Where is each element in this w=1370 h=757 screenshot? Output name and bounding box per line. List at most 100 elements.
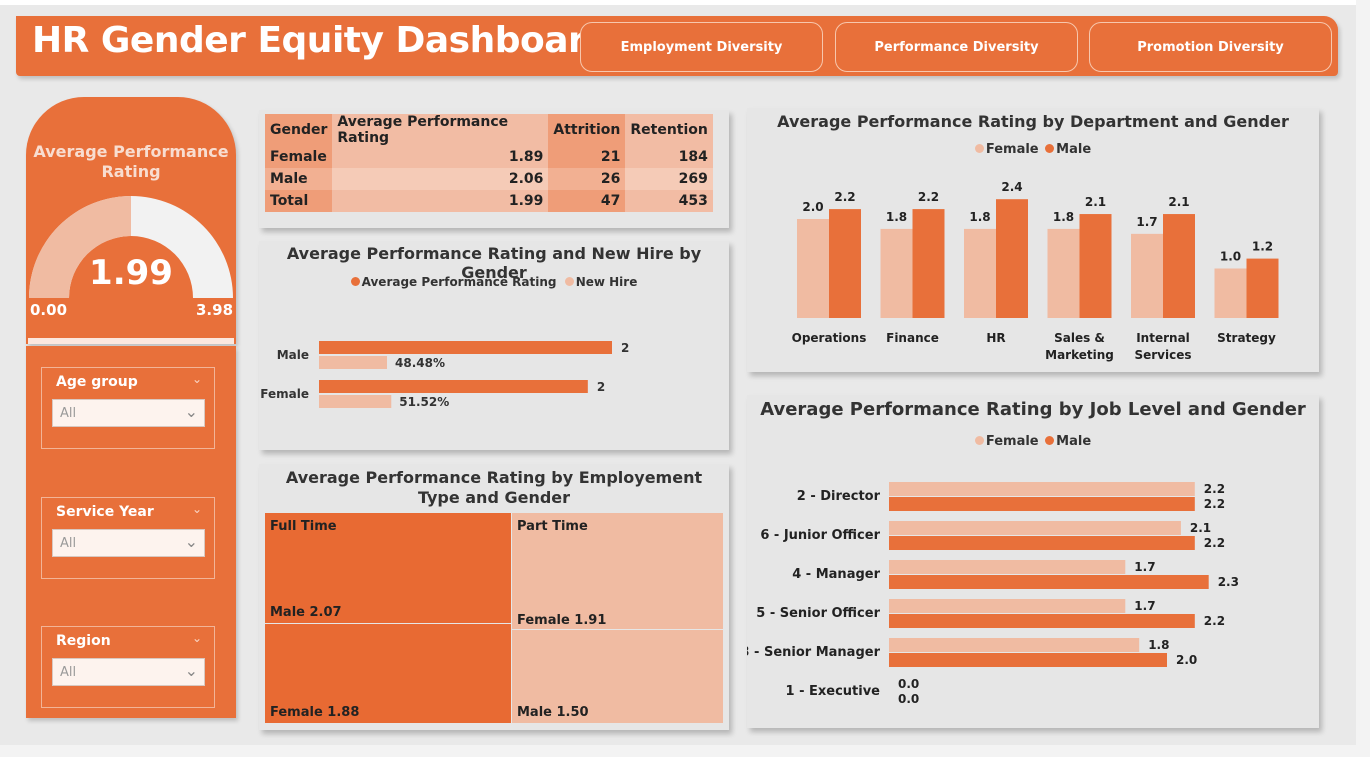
age-group-slicer: Age group ⌄ All ⌄ <box>41 367 215 449</box>
bar-avg-rating <box>319 380 588 393</box>
category-label: 3 - Senior Manager <box>747 645 881 660</box>
table-header-row: Gender Average Performance Rating Attrit… <box>265 114 713 146</box>
treemap-group-label: Part Time <box>517 519 588 534</box>
bar-male <box>889 497 1195 511</box>
bar-male <box>1246 258 1279 318</box>
bar-female <box>797 219 829 318</box>
age-group-dropdown[interactable]: All ⌄ <box>52 399 205 427</box>
data-label: 1.2 <box>1252 240 1273 254</box>
summary-table: Gender Average Performance Rating Attrit… <box>265 114 713 212</box>
col-gender[interactable]: Gender <box>265 114 333 146</box>
data-label: 2.0 <box>1176 653 1197 667</box>
gauge-min: 0.00 <box>30 301 68 319</box>
bar-female <box>1047 228 1080 318</box>
cell: 21 <box>548 146 626 168</box>
data-label: 2.2 <box>834 190 855 204</box>
cell: Female <box>265 146 333 168</box>
bar-new-hire <box>319 356 387 369</box>
gauge-divider <box>28 338 234 344</box>
bar-female <box>889 482 1195 496</box>
category-label: Operations <box>792 331 867 345</box>
bar-female <box>880 228 913 318</box>
data-label: 1.0 <box>1220 250 1241 264</box>
bar-new-hire <box>319 395 392 408</box>
new-hire-bar-chart: Male 2 48.48% Female 2 51.52% <box>260 341 629 409</box>
cell: 26 <box>548 168 626 190</box>
service-year-dropdown[interactable]: All ⌄ <box>52 529 205 557</box>
nav-performance-diversity[interactable]: Performance Diversity <box>835 22 1078 72</box>
treemap-tile[interactable]: Female 1.88 <box>265 624 511 723</box>
bar-female <box>889 599 1126 613</box>
table-total-row: Total 1.99 47 453 <box>265 190 713 212</box>
data-label: 2.1 <box>1190 521 1211 535</box>
nav-promotion-diversity[interactable]: Promotion Diversity <box>1089 22 1332 72</box>
page-edge <box>0 745 1370 757</box>
treemap-tile[interactable]: Male 1.50 <box>512 630 723 723</box>
bar-male <box>1163 214 1195 318</box>
gauge-max: 3.98 <box>196 301 234 319</box>
page-title: HR Gender Equity Dashboard <box>32 20 611 61</box>
chevron-down-icon[interactable]: ⌄ <box>192 372 202 386</box>
region-slicer: Region ⌄ All ⌄ <box>41 626 215 708</box>
bar-male <box>912 209 945 318</box>
treemap-tile[interactable]: Part Time Female 1.91 <box>512 513 723 629</box>
category-label: 2 - Director <box>797 489 881 504</box>
slicer-label: Age group <box>56 374 138 390</box>
chart-title: Average Performance Rating by Employemen… <box>285 468 703 507</box>
treemap-group-label: Full Time <box>270 519 337 534</box>
category-label: Female <box>260 387 309 401</box>
cell: 2.06 <box>332 168 549 190</box>
slicer-label: Service Year <box>56 504 154 520</box>
col-retention[interactable]: Retention <box>625 114 713 146</box>
bar-male <box>889 536 1195 550</box>
bar-male <box>829 209 861 318</box>
top-border <box>0 0 1370 5</box>
treemap-label: Female 1.91 <box>517 613 607 628</box>
nav-employment-diversity[interactable]: Employment Diversity <box>580 22 823 72</box>
col-attrition[interactable]: Attrition <box>548 114 626 146</box>
chevron-down-icon[interactable]: ⌄ <box>192 631 202 645</box>
department-bar-chart: 2.0 2.2 Operations 1.8 2.2 Finance 1.8 2.4 HR 1.8… <box>792 180 1279 362</box>
category-label: 4 - Manager <box>792 567 880 582</box>
cell: 269 <box>625 168 713 190</box>
job-level-bar-chart: 2 - Director 2.22.26 - Junior Officer 2.12… <box>747 482 1239 706</box>
category-label: Strategy <box>1217 331 1276 345</box>
bar-male <box>996 199 1028 318</box>
cell: 184 <box>625 146 713 168</box>
data-label: 0.0 <box>898 677 919 691</box>
data-label: 2.2 <box>1204 536 1225 550</box>
data-label: 1.8 <box>1053 210 1074 224</box>
treemap-tile[interactable]: Full Time Male 2.07 <box>265 513 511 623</box>
region-dropdown[interactable]: All ⌄ <box>52 658 205 686</box>
cell: Male <box>265 168 333 190</box>
dropdown-value: All <box>60 406 77 421</box>
category-label: 1 - Executive <box>786 684 881 699</box>
bar-avg-rating <box>319 341 612 354</box>
category-label: Services <box>1134 348 1191 362</box>
data-label: 1.7 <box>1134 599 1155 613</box>
cell: 453 <box>625 190 713 212</box>
data-label: 2 <box>621 341 629 355</box>
category-label: Sales & <box>1054 331 1105 345</box>
bar-female <box>889 638 1140 652</box>
dropdown-value: All <box>60 665 77 680</box>
data-label: 2.2 <box>918 190 939 204</box>
data-label: 1.7 <box>1134 560 1155 574</box>
col-avg-rating[interactable]: Average Performance Rating <box>332 114 549 146</box>
data-label: 1.8 <box>886 210 907 224</box>
data-label: 51.52% <box>399 395 449 409</box>
category-label: Marketing <box>1045 348 1114 362</box>
chevron-down-icon: ⌄ <box>184 402 198 421</box>
table-row: Male 2.06 26 269 <box>265 168 713 190</box>
data-label: 48.48% <box>395 356 445 370</box>
data-label: 2.3 <box>1218 575 1239 589</box>
cell: Total <box>265 190 333 212</box>
chevron-down-icon: ⌄ <box>184 661 198 680</box>
treemap-label: Male 2.07 <box>270 605 342 620</box>
data-label: 1.8 <box>1148 638 1169 652</box>
data-label: 2.0 <box>802 200 823 214</box>
chevron-down-icon[interactable]: ⌄ <box>192 502 202 516</box>
category-label: 5 - Senior Officer <box>756 606 880 621</box>
bar-male <box>1079 214 1112 318</box>
cell: 1.89 <box>332 146 549 168</box>
